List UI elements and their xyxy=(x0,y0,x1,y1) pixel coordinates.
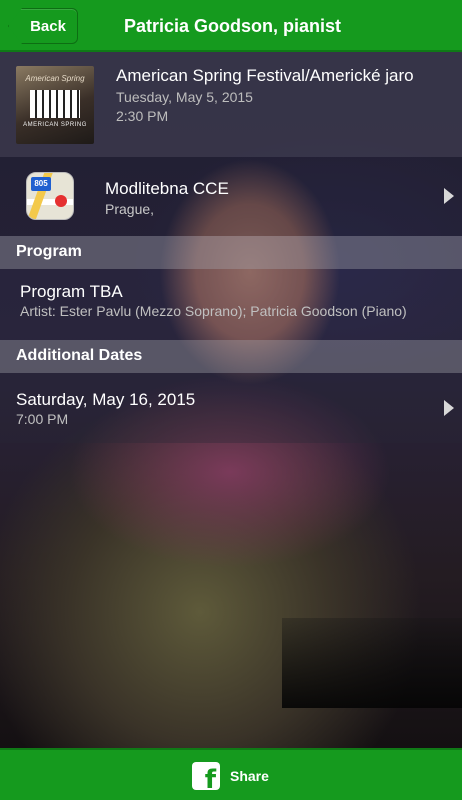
map-shield-label: 805 xyxy=(31,177,51,191)
program-header-label: Program xyxy=(16,243,82,260)
venue-city: Prague, xyxy=(105,201,155,217)
event-summary-row: American Spring AMERICAN SPRING American… xyxy=(0,52,462,157)
map-pin-icon xyxy=(55,195,67,207)
event-date: Tuesday, May 5, 2015 xyxy=(116,89,253,105)
bottom-bar: f Share xyxy=(0,748,462,800)
thumbnail-subcaption: AMERICAN SPRING xyxy=(23,122,87,128)
chevron-right-icon xyxy=(444,400,454,416)
additional-date: Saturday, May 16, 2015 xyxy=(16,390,196,409)
venue-name: Modlitebna CCE xyxy=(105,179,229,198)
additional-date-row[interactable]: Saturday, May 16, 2015 7:00 PM xyxy=(0,373,462,443)
top-nav-bar: Back Patricia Goodson, pianist xyxy=(0,0,462,52)
event-time: 2:30 PM xyxy=(116,108,169,124)
page-title: Patricia Goodson, pianist xyxy=(124,16,342,36)
additional-date-time: 7:00 PM xyxy=(16,411,69,427)
piano-keys-graphic xyxy=(30,90,80,118)
share-button[interactable]: f Share xyxy=(192,762,269,790)
event-title: American Spring Festival/Americké jaro xyxy=(116,66,414,85)
facebook-icon: f xyxy=(192,762,220,790)
share-label: Share xyxy=(230,768,269,784)
program-title: Program TBA xyxy=(20,282,123,301)
additional-dates-header: Additional Dates xyxy=(0,340,462,373)
event-thumbnail: American Spring AMERICAN SPRING xyxy=(16,66,94,144)
back-button[interactable]: Back xyxy=(8,8,78,44)
chevron-right-icon xyxy=(444,188,454,204)
maps-icon: 805 xyxy=(26,172,74,220)
piano-keys-image xyxy=(282,618,462,708)
venue-row[interactable]: 805 Modlitebna CCE Prague, xyxy=(0,157,462,236)
program-row: Program TBA Artist: Ester Pavlu (Mezzo S… xyxy=(0,269,462,340)
program-artist: Artist: Ester Pavlu (Mezzo Soprano); Pat… xyxy=(20,303,407,319)
thumbnail-caption: American Spring xyxy=(25,74,85,83)
program-section-header: Program xyxy=(0,236,462,269)
additional-dates-label: Additional Dates xyxy=(16,347,143,364)
